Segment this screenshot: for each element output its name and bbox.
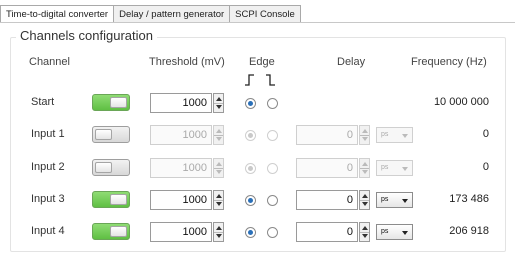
rising-edge-radio[interactable] xyxy=(245,163,256,174)
down-arrow-icon xyxy=(362,137,368,141)
falling-edge-radio[interactable] xyxy=(267,227,278,238)
threshold-input[interactable]: 1000 xyxy=(150,93,212,113)
delay-unit-select[interactable]: ps xyxy=(376,127,413,143)
delay-stepper[interactable] xyxy=(359,222,370,242)
rising-edge-radio[interactable] xyxy=(245,227,256,238)
channel-label: Input 3 xyxy=(31,193,65,205)
threshold-input[interactable]: 1000 xyxy=(150,158,212,178)
up-arrow-icon xyxy=(216,129,222,133)
header-edge: Edge xyxy=(249,56,275,68)
threshold-input[interactable]: 1000 xyxy=(150,222,212,242)
threshold-stepper[interactable] xyxy=(213,125,224,145)
falling-edge-radio[interactable] xyxy=(267,98,278,109)
threshold-stepper[interactable] xyxy=(213,158,224,178)
channel-label: Start xyxy=(31,96,55,108)
channels-configuration-group xyxy=(10,37,506,252)
channel-enable-toggle[interactable] xyxy=(92,159,130,176)
rising-edge-radio[interactable] xyxy=(245,195,256,206)
header-channel: Channel xyxy=(29,56,70,68)
delay-unit-select[interactable]: ps xyxy=(376,192,413,208)
delay-input[interactable]: 0 xyxy=(296,222,358,242)
threshold-stepper[interactable] xyxy=(213,190,224,210)
channel-enable-toggle[interactable] xyxy=(92,94,130,111)
up-arrow-icon xyxy=(216,162,222,166)
delay-unit-value: ps xyxy=(381,196,389,203)
rising-edge-radio[interactable] xyxy=(245,98,256,109)
down-arrow-icon xyxy=(216,137,222,141)
toggle-knob xyxy=(95,129,112,140)
toggle-knob xyxy=(110,226,127,237)
toggle-knob xyxy=(95,162,112,173)
tab-delay-pattern-generator[interactable]: Delay / pattern generator xyxy=(114,5,231,23)
header-frequency: Frequency (Hz) xyxy=(411,56,487,68)
frequency-value: 206 918 xyxy=(449,225,489,237)
threshold-stepper[interactable] xyxy=(213,222,224,242)
tab-time-to-digital-converter[interactable]: Time-to-digital converter xyxy=(0,5,115,23)
up-arrow-icon xyxy=(362,226,368,230)
rising-edge-radio[interactable] xyxy=(245,130,256,141)
delay-stepper[interactable] xyxy=(359,158,370,178)
toggle-knob xyxy=(110,194,127,205)
falling-edge-radio[interactable] xyxy=(267,130,278,141)
channel-label: Input 2 xyxy=(31,161,65,173)
threshold-stepper[interactable] xyxy=(213,93,224,113)
frequency-value: 10 000 000 xyxy=(433,96,489,108)
toggle-knob xyxy=(110,97,127,108)
delay-stepper[interactable] xyxy=(359,190,370,210)
channel-label: Input 4 xyxy=(31,225,65,237)
up-arrow-icon xyxy=(216,97,222,101)
tab-scpi-console[interactable]: SCPI Console xyxy=(230,5,301,23)
tab-bar: Time-to-digital converter Delay / patter… xyxy=(0,5,301,23)
down-arrow-icon xyxy=(216,234,222,238)
tab-divider xyxy=(0,22,515,23)
down-arrow-icon xyxy=(362,170,368,174)
up-arrow-icon xyxy=(362,194,368,198)
delay-input[interactable]: 0 xyxy=(296,125,358,145)
chevron-down-icon xyxy=(402,167,408,171)
down-arrow-icon xyxy=(362,202,368,206)
group-title: Channels configuration xyxy=(16,28,157,43)
falling-edge-radio[interactable] xyxy=(267,163,278,174)
chevron-down-icon xyxy=(402,199,408,203)
down-arrow-icon xyxy=(216,202,222,206)
delay-unit-select[interactable]: ps xyxy=(376,160,413,176)
header-delay: Delay xyxy=(337,56,366,68)
delay-unit-value: ps xyxy=(381,228,389,235)
delay-input[interactable]: 0 xyxy=(296,158,358,178)
channel-label: Input 1 xyxy=(31,128,65,140)
delay-input[interactable]: 0 xyxy=(296,190,358,210)
frequency-value: 0 xyxy=(482,161,489,173)
delay-unit-value: ps xyxy=(381,164,389,171)
chevron-down-icon xyxy=(402,134,408,138)
header-threshold: Threshold (mV) xyxy=(149,56,225,68)
frequency-value: 173 486 xyxy=(449,193,489,205)
falling-edge-icon xyxy=(266,74,275,86)
up-arrow-icon xyxy=(362,129,368,133)
frequency-value: 0 xyxy=(482,128,489,140)
up-arrow-icon xyxy=(216,194,222,198)
up-arrow-icon xyxy=(216,226,222,230)
down-arrow-icon xyxy=(216,105,222,109)
chevron-down-icon xyxy=(402,231,408,235)
rising-edge-icon xyxy=(245,74,254,86)
delay-unit-select[interactable]: ps xyxy=(376,224,413,240)
down-arrow-icon xyxy=(362,234,368,238)
channel-enable-toggle[interactable] xyxy=(92,191,130,208)
threshold-input[interactable]: 1000 xyxy=(150,190,212,210)
falling-edge-radio[interactable] xyxy=(267,195,278,206)
delay-stepper[interactable] xyxy=(359,125,370,145)
up-arrow-icon xyxy=(362,162,368,166)
delay-unit-value: ps xyxy=(381,131,389,138)
channel-enable-toggle[interactable] xyxy=(92,126,130,143)
channel-enable-toggle[interactable] xyxy=(92,223,130,240)
threshold-input[interactable]: 1000 xyxy=(150,125,212,145)
down-arrow-icon xyxy=(216,170,222,174)
